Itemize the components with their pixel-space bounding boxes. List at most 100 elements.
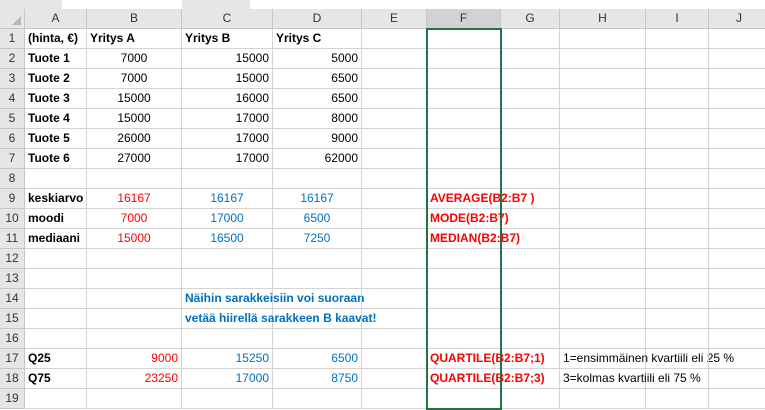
cell-d10[interactable]: 6500 bbox=[273, 209, 362, 229]
cell-c3[interactable]: 15000 bbox=[182, 69, 273, 89]
cell-i18[interactable] bbox=[646, 369, 709, 389]
row-header-3[interactable]: 3 bbox=[0, 69, 25, 89]
cell-a10[interactable]: moodi bbox=[25, 209, 87, 229]
cell-b14[interactable] bbox=[87, 289, 182, 309]
cell-j6[interactable] bbox=[709, 129, 765, 149]
cell-e14[interactable] bbox=[362, 289, 427, 309]
column-header-a[interactable]: A bbox=[25, 9, 87, 29]
cell-d16[interactable] bbox=[273, 329, 362, 349]
column-header-e[interactable]: E bbox=[362, 9, 427, 29]
cell-i15[interactable] bbox=[646, 309, 709, 329]
row-header-12[interactable]: 12 bbox=[0, 249, 25, 269]
cell-f8[interactable] bbox=[427, 169, 501, 189]
cell-b19[interactable] bbox=[87, 389, 182, 409]
cell-j8[interactable] bbox=[709, 169, 765, 189]
cell-a17[interactable]: Q25 bbox=[25, 349, 87, 369]
cell-d13[interactable] bbox=[273, 269, 362, 289]
cell-f6[interactable] bbox=[427, 129, 501, 149]
cell-f13[interactable] bbox=[427, 269, 501, 289]
cell-h3[interactable] bbox=[560, 69, 646, 89]
cell-d4[interactable]: 6500 bbox=[273, 89, 362, 109]
cell-c9[interactable]: 16167 bbox=[182, 189, 273, 209]
cell-i14[interactable] bbox=[646, 289, 709, 309]
cell-i16[interactable] bbox=[646, 329, 709, 349]
cell-i8[interactable] bbox=[646, 169, 709, 189]
row-header-5[interactable]: 5 bbox=[0, 109, 25, 129]
cell-b11[interactable]: 15000 bbox=[87, 229, 182, 249]
cell-c16[interactable] bbox=[182, 329, 273, 349]
cell-h12[interactable] bbox=[560, 249, 646, 269]
cell-g4[interactable] bbox=[501, 89, 560, 109]
cell-f15[interactable] bbox=[427, 309, 501, 329]
cell-e18[interactable] bbox=[362, 369, 427, 389]
cell-d1[interactable]: Yritys C bbox=[273, 29, 362, 49]
cell-j7[interactable] bbox=[709, 149, 765, 169]
cell-j2[interactable] bbox=[709, 49, 765, 69]
row-header-9[interactable]: 9 bbox=[0, 189, 25, 209]
cell-h5[interactable] bbox=[560, 109, 646, 129]
cell-b10[interactable]: 7000 bbox=[87, 209, 182, 229]
cell-j9[interactable] bbox=[709, 189, 765, 209]
cell-d5[interactable]: 8000 bbox=[273, 109, 362, 129]
cell-j12[interactable] bbox=[709, 249, 765, 269]
column-header-i[interactable]: I bbox=[646, 9, 709, 29]
cell-i11[interactable] bbox=[646, 229, 709, 249]
cell-e5[interactable] bbox=[362, 109, 427, 129]
cell-d19[interactable] bbox=[273, 389, 362, 409]
cell-c18[interactable]: 17000 bbox=[182, 369, 273, 389]
row-header-8[interactable]: 8 bbox=[0, 169, 25, 189]
cell-i5[interactable] bbox=[646, 109, 709, 129]
row-header-10[interactable]: 10 bbox=[0, 209, 25, 229]
cell-b16[interactable] bbox=[87, 329, 182, 349]
cell-a13[interactable] bbox=[25, 269, 87, 289]
column-header-c[interactable]: C bbox=[182, 9, 273, 29]
cell-e15[interactable] bbox=[362, 309, 427, 329]
cell-e13[interactable] bbox=[362, 269, 427, 289]
cell-g19[interactable] bbox=[501, 389, 560, 409]
cell-h9[interactable] bbox=[560, 189, 646, 209]
cell-h16[interactable] bbox=[560, 329, 646, 349]
cell-d8[interactable] bbox=[273, 169, 362, 189]
cell-a4[interactable]: Tuote 3 bbox=[25, 89, 87, 109]
cell-d14[interactable] bbox=[273, 289, 362, 309]
cell-g8[interactable] bbox=[501, 169, 560, 189]
cell-j1[interactable] bbox=[709, 29, 765, 49]
row-header-2[interactable]: 2 bbox=[0, 49, 25, 69]
cell-g1[interactable] bbox=[501, 29, 560, 49]
cell-f17[interactable]: QUARTILE(B2:B7;1) bbox=[427, 349, 545, 369]
cell-i7[interactable] bbox=[646, 149, 709, 169]
cell-d6[interactable]: 9000 bbox=[273, 129, 362, 149]
cell-j10[interactable] bbox=[709, 209, 765, 229]
cell-b15[interactable] bbox=[87, 309, 182, 329]
cell-f11[interactable]: MEDIAN(B2:B7) bbox=[427, 229, 520, 249]
cell-e1[interactable] bbox=[362, 29, 427, 49]
cell-f3[interactable] bbox=[427, 69, 501, 89]
cell-d18[interactable]: 8750 bbox=[273, 369, 362, 389]
cell-i19[interactable] bbox=[646, 389, 709, 409]
cell-a6[interactable]: Tuote 5 bbox=[25, 129, 87, 149]
row-header-15[interactable]: 15 bbox=[0, 309, 25, 329]
cell-f4[interactable] bbox=[427, 89, 501, 109]
cell-d11[interactable]: 7250 bbox=[273, 229, 362, 249]
cell-h10[interactable] bbox=[560, 209, 646, 229]
cell-g12[interactable] bbox=[501, 249, 560, 269]
column-header-d[interactable]: D bbox=[273, 9, 362, 29]
cell-c1[interactable]: Yritys B bbox=[182, 29, 273, 49]
cell-g3[interactable] bbox=[501, 69, 560, 89]
cell-h17[interactable]: 1=ensimmäinen kvartiili eli 25 % bbox=[560, 349, 734, 369]
column-header-b[interactable]: B bbox=[87, 9, 182, 29]
cell-j14[interactable] bbox=[709, 289, 765, 309]
cell-h13[interactable] bbox=[560, 269, 646, 289]
cell-i3[interactable] bbox=[646, 69, 709, 89]
cell-j18[interactable] bbox=[709, 369, 765, 389]
cell-g17[interactable] bbox=[501, 349, 560, 369]
cell-f7[interactable] bbox=[427, 149, 501, 169]
cell-a15[interactable] bbox=[25, 309, 87, 329]
cell-i10[interactable] bbox=[646, 209, 709, 229]
cell-j5[interactable] bbox=[709, 109, 765, 129]
cell-a12[interactable] bbox=[25, 249, 87, 269]
cell-e19[interactable] bbox=[362, 389, 427, 409]
cell-b17[interactable]: 9000 bbox=[87, 349, 182, 369]
cell-f12[interactable] bbox=[427, 249, 501, 269]
cell-h2[interactable] bbox=[560, 49, 646, 69]
